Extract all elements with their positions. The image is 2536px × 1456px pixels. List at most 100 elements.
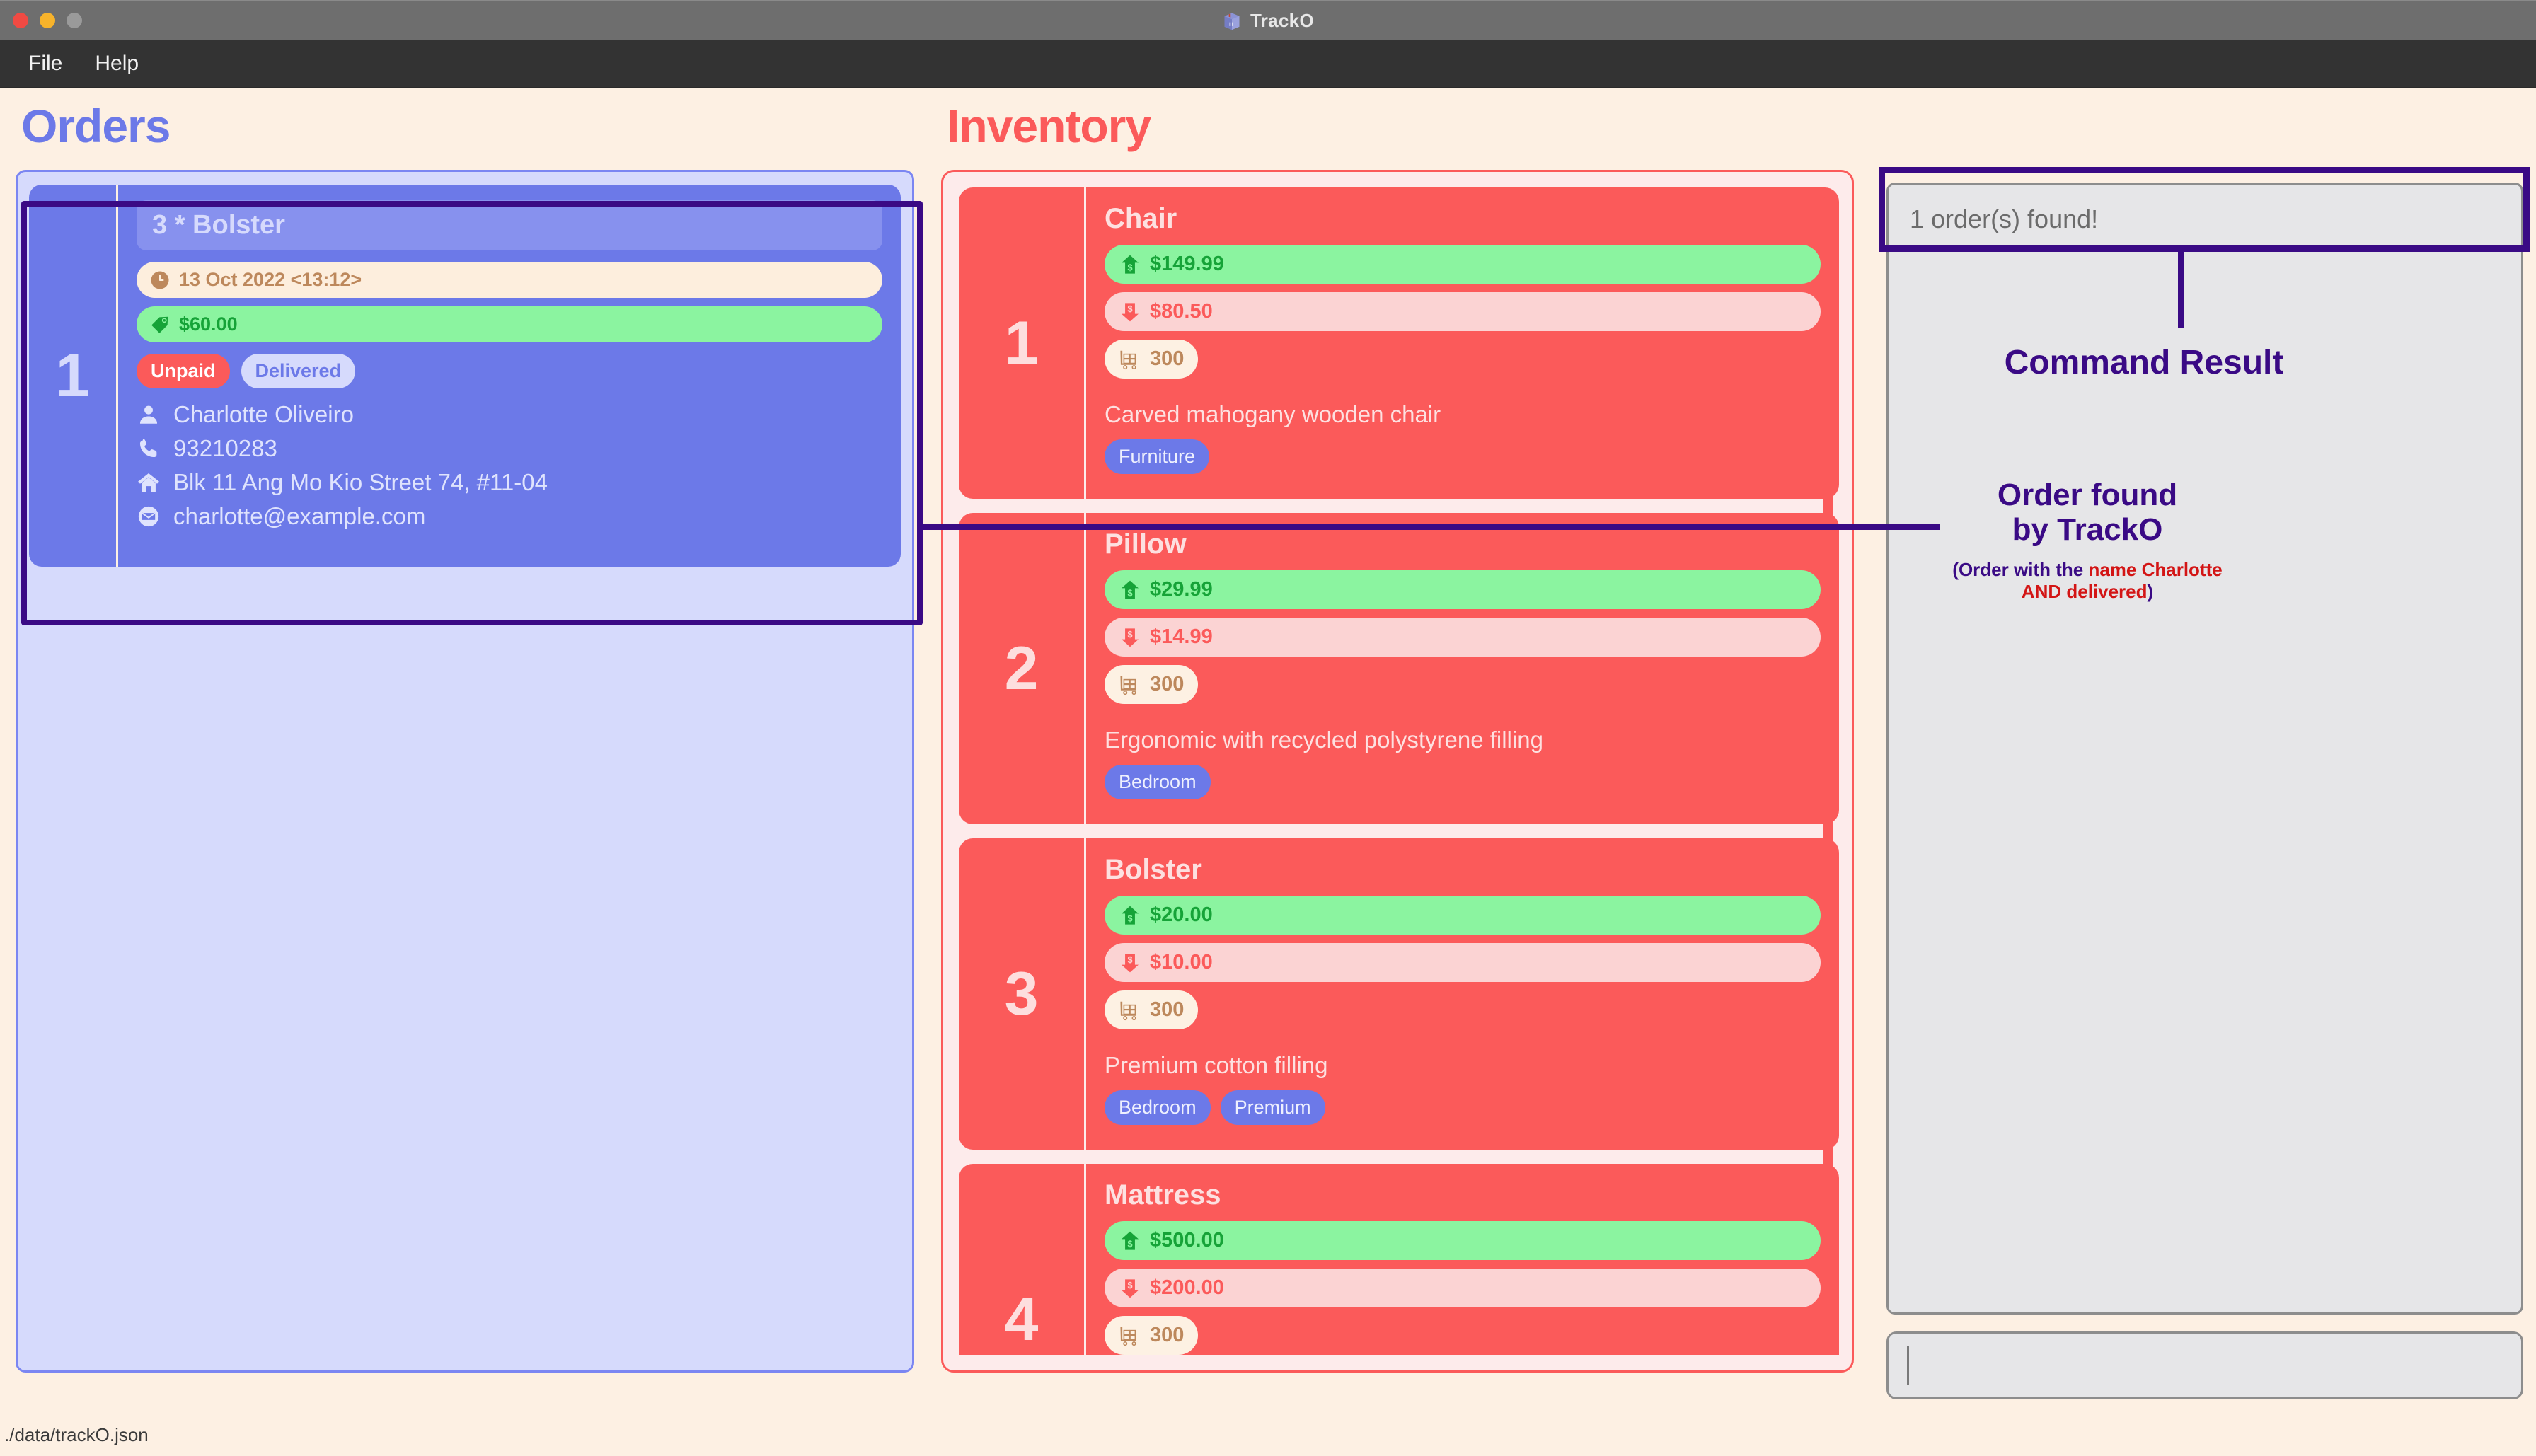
svg-text:$: $ [1127,955,1132,965]
home-icon [138,473,159,492]
price-down-icon: $ [1122,302,1139,321]
order-details: 3 * Bolster 13 Oct 2022 <13:12> $60.00 U… [118,185,901,567]
command-result-text: 1 order(s) found! [1910,204,2099,233]
quantity-text: 300 [1150,673,1185,695]
command-input[interactable] [1886,1331,2523,1399]
window-title-text: TrackO [1250,9,1314,31]
inventory-item-name: Bolster [1105,854,1202,885]
zoom-window-button[interactable] [67,13,82,28]
customer-email-row: charlotte@example.com [137,503,882,530]
inventory-scroll-area[interactable]: 1 Chair $ $149.99 $ $80.50 300 Carved ma… [959,187,1839,1355]
annotation-sub-prefix: (Order with the [1952,558,2084,580]
menu-bar: File Help [0,40,2536,88]
menu-help[interactable]: Help [82,47,151,80]
annotation-command-result-label: Command Result [2004,344,2284,381]
inventory-index: 2 [959,513,1086,824]
inventory-tags: Furniture [1105,439,1821,474]
minimize-window-button[interactable] [40,13,55,28]
inventory-item-name: Chair [1105,203,1177,234]
sell-price-text: $29.99 [1150,578,1213,601]
svg-text:$: $ [1127,1239,1132,1249]
window-titlebar: TrackO [0,0,2536,40]
stock-cart-icon [1120,1001,1136,1020]
cost-price-pill: $ $80.50 [1105,292,1821,331]
orders-heading: Orders [21,100,171,152]
svg-text:$: $ [1127,1281,1132,1290]
inventory-tags: Bedroom [1105,765,1821,799]
inventory-card[interactable]: 1 Chair $ $149.99 $ $80.50 300 Carved ma… [959,187,1839,499]
stock-cart-icon [1120,350,1136,369]
inventory-tag[interactable]: Bedroom [1105,765,1211,799]
sell-price-text: $149.99 [1150,253,1224,275]
stock-cart-icon [1120,676,1136,695]
inventory-tags: Bedroom Premium [1105,1090,1821,1125]
price-up-icon: $ [1122,255,1139,274]
inventory-tag[interactable]: Furniture [1105,439,1210,474]
sell-price-pill: $ $20.00 [1105,896,1821,935]
order-index: 1 [29,185,118,567]
delivery-status-badge: Delivered [241,354,356,388]
inventory-item-name: Pillow [1105,528,1187,560]
sell-price-text: $500.00 [1150,1229,1224,1252]
price-down-icon: $ [1122,628,1139,647]
inventory-description: Premium cotton filling [1105,1052,1328,1078]
inventory-description: Ergonomic with recycled polystyrene fill… [1105,727,1543,753]
customer-phone-row: 93210283 [137,435,882,462]
inventory-index: 4 [959,1164,1086,1355]
inventory-list-panel[interactable]: 1 Chair $ $149.99 $ $80.50 300 Carved ma… [941,170,1854,1373]
inventory-index: 3 [959,838,1086,1150]
order-date-text: 13 Oct 2022 <13:12> [179,269,362,290]
cost-price-text: $10.00 [1150,951,1213,973]
inventory-card[interactable]: 4 Mattress $ $500.00 $ $200.00 300 [959,1164,1839,1355]
inventory-details: Chair $ $149.99 $ $80.50 300 Carved maho… [1086,187,1839,499]
annotation-order-found-line2: by TrackO [2012,512,2163,548]
inventory-index: 1 [959,187,1086,499]
quantity-text: 300 [1150,347,1185,370]
inventory-details: Bolster $ $20.00 $ $10.00 300 Premium co… [1086,838,1839,1150]
inventory-tag[interactable]: Bedroom [1105,1090,1211,1125]
orders-column: Orders 1 3 * Bolster 13 Oct 2022 <13:12> [16,99,914,1373]
clock-icon [151,271,169,289]
svg-text:$: $ [1127,304,1132,314]
order-card[interactable]: 1 3 * Bolster 13 Oct 2022 <13:12> $60.00… [29,185,901,567]
menu-file[interactable]: File [16,47,75,80]
stock-cart-icon [1120,1327,1136,1346]
inventory-column: Inventory 1 Chair $ $149.99 $ $80.50 300… [941,99,1854,1373]
phone-icon [139,439,157,458]
cost-price-pill: $ $14.99 [1105,618,1821,657]
inventory-card[interactable]: 2 Pillow $ $29.99 $ $14.99 300 Ergonomic… [959,513,1839,824]
inventory-tag[interactable]: Premium [1220,1090,1325,1125]
customer-name-row: Charlotte Oliveiro [137,401,882,428]
quantity-text: 300 [1150,998,1185,1021]
quantity-pill: 300 [1105,340,1199,379]
sell-price-pill: $ $500.00 [1105,1221,1821,1260]
sell-price-text: $20.00 [1150,903,1213,926]
text-caret [1907,1346,1909,1385]
cost-price-text: $14.99 [1150,625,1213,648]
orders-list-panel[interactable]: 1 3 * Bolster 13 Oct 2022 <13:12> $60.00… [16,170,914,1373]
annotation-sub-suffix: ) [2147,580,2154,602]
customer-phone: 93210283 [173,435,277,461]
annotation-order-found-sub: (Order with the name Charlotte AND deliv… [1939,559,2236,603]
annotation-leader-line-vertical [2178,249,2184,328]
customer-address: Blk 11 Ang Mo Kio Street 74, #11-04 [173,469,548,495]
price-up-icon: $ [1122,1231,1139,1250]
inventory-details: Pillow $ $29.99 $ $14.99 300 Ergonomic w… [1086,513,1839,824]
customer-email: charlotte@example.com [173,503,426,529]
svg-text:$: $ [1127,630,1132,640]
quantity-pill: 300 [1105,1316,1199,1355]
order-date-pill: 13 Oct 2022 <13:12> [137,262,882,298]
inventory-scrollbar-thumb[interactable] [1823,196,1833,1194]
payment-status-badge: Unpaid [137,354,230,388]
email-icon [138,506,159,527]
annotation-order-found-line1: Order found [1997,478,2178,512]
cost-price-text: $80.50 [1150,300,1213,323]
close-window-button[interactable] [13,13,28,28]
package-box-icon [1224,13,1240,30]
inventory-card[interactable]: 3 Bolster $ $20.00 $ $10.00 300 Premium … [959,838,1839,1150]
customer-name: Charlotte Oliveiro [173,401,354,427]
customer-address-row: Blk 11 Ang Mo Kio Street 74, #11-04 [137,469,882,496]
price-down-icon: $ [1122,953,1139,972]
annotation-leader-line-horizontal [921,524,1940,530]
sell-price-pill: $ $29.99 [1105,570,1821,609]
